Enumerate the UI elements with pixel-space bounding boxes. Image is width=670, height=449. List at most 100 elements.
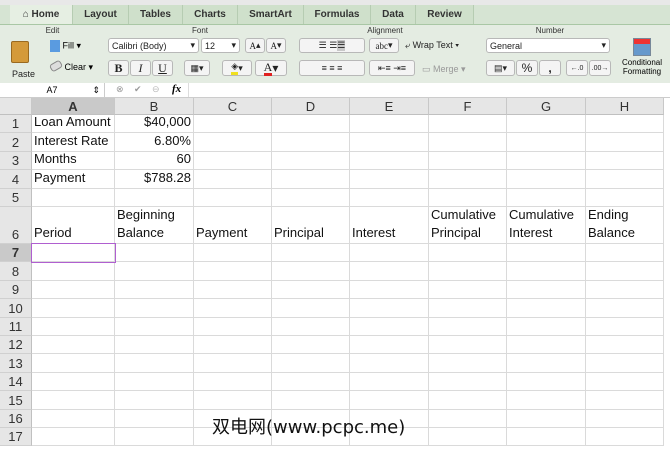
cell-h2[interactable] bbox=[586, 133, 664, 152]
horizontal-align-buttons[interactable]: ≡ ≡ ≡ bbox=[299, 60, 365, 76]
cell-g1[interactable] bbox=[507, 115, 586, 134]
row-header-2[interactable]: 2 bbox=[0, 133, 32, 152]
tab-tables[interactable]: Tables bbox=[129, 5, 183, 24]
font-size-select[interactable]: 12 ▾ bbox=[201, 38, 240, 53]
cell-h15[interactable] bbox=[586, 391, 664, 410]
cell-g2[interactable] bbox=[507, 133, 586, 152]
tab-home[interactable]: ⌂ Home bbox=[10, 5, 73, 24]
cell-h16[interactable] bbox=[586, 409, 664, 428]
vertical-align-buttons[interactable]: ☰ ☰ ☰ bbox=[299, 38, 365, 53]
cell-d4[interactable] bbox=[272, 170, 350, 189]
cell-g11[interactable] bbox=[507, 317, 586, 336]
cell-b8[interactable] bbox=[115, 262, 194, 281]
row-header-8[interactable]: 8 bbox=[0, 262, 32, 281]
cell-f5[interactable] bbox=[429, 188, 507, 207]
cell-b13[interactable] bbox=[115, 354, 194, 373]
cell-d3[interactable] bbox=[272, 151, 350, 171]
cell-b7[interactable] bbox=[115, 244, 194, 263]
column-header-d[interactable]: D bbox=[272, 98, 350, 115]
cell-g10[interactable] bbox=[507, 299, 586, 318]
cell-b2[interactable]: 6.80% bbox=[115, 133, 194, 152]
cell-e14[interactable] bbox=[350, 372, 429, 392]
cell-h11[interactable] bbox=[586, 317, 664, 336]
cell-h14[interactable] bbox=[586, 372, 664, 392]
cell-g15[interactable] bbox=[507, 391, 586, 410]
cell-c2[interactable] bbox=[194, 133, 272, 152]
tab-layout[interactable]: Layout bbox=[73, 5, 129, 24]
fill-button[interactable]: Fill ▾ bbox=[50, 40, 98, 56]
cell-g13[interactable] bbox=[507, 354, 586, 373]
cell-b9[interactable] bbox=[115, 280, 194, 300]
cell-b1[interactable]: $40,000 bbox=[115, 114, 194, 134]
row-header-16[interactable]: 16 bbox=[0, 409, 32, 428]
function-wizard-icon[interactable]: ⊖ bbox=[152, 84, 160, 95]
select-all-corner[interactable] bbox=[0, 98, 32, 115]
confirm-icon[interactable]: ✔ bbox=[134, 84, 142, 95]
cell-d13[interactable] bbox=[272, 354, 350, 373]
cell-f12[interactable] bbox=[429, 336, 507, 355]
cell-c13[interactable] bbox=[194, 354, 272, 373]
cell-h4[interactable] bbox=[586, 170, 664, 189]
cell-e2[interactable] bbox=[350, 133, 429, 152]
indent-buttons[interactable]: ⇤≡ ⇥≡ bbox=[369, 60, 415, 76]
cell-e12[interactable] bbox=[350, 336, 429, 355]
cell-f14[interactable] bbox=[429, 372, 507, 392]
cell-g12[interactable] bbox=[507, 336, 586, 355]
cell-f3[interactable] bbox=[429, 151, 507, 171]
font-name-select[interactable]: Calibri (Body) ▾ bbox=[108, 38, 199, 53]
tab-formulas[interactable]: Formulas bbox=[304, 5, 371, 24]
cancel-icon[interactable]: ⊗ bbox=[116, 84, 124, 95]
tab-smartart[interactable]: SmartArt bbox=[238, 5, 304, 24]
cell-e11[interactable] bbox=[350, 317, 429, 336]
cell-f16[interactable] bbox=[429, 409, 507, 428]
cell-e13[interactable] bbox=[350, 354, 429, 373]
borders-button[interactable]: ▦▾ bbox=[184, 60, 210, 76]
cell-e4[interactable] bbox=[350, 170, 429, 189]
cell-c1[interactable] bbox=[194, 115, 272, 134]
cell-h6[interactable]: Ending Balance bbox=[586, 207, 664, 244]
cell-c10[interactable] bbox=[194, 299, 272, 318]
cell-c6[interactable]: Payment bbox=[194, 207, 272, 244]
tab-review[interactable]: Review bbox=[416, 5, 474, 24]
conditional-formatting-button[interactable]: Conditional Formatting bbox=[617, 38, 667, 82]
cell-b4[interactable]: $788.28 bbox=[115, 170, 194, 189]
cell-c11[interactable] bbox=[194, 317, 272, 336]
tab-data[interactable]: Data bbox=[371, 5, 416, 24]
cell-c12[interactable] bbox=[194, 336, 272, 355]
cell-d2[interactable] bbox=[272, 133, 350, 152]
row-header-11[interactable]: 11 bbox=[0, 317, 32, 336]
row-header-15[interactable]: 15 bbox=[0, 391, 32, 410]
cell-e3[interactable] bbox=[350, 151, 429, 171]
cell-d5[interactable] bbox=[272, 188, 350, 207]
number-format-select[interactable]: General ▾ bbox=[486, 38, 610, 53]
cell-d11[interactable] bbox=[272, 317, 350, 336]
font-color-button[interactable]: A ▾ bbox=[255, 60, 287, 76]
cell-g3[interactable] bbox=[507, 151, 586, 171]
cell-b16[interactable] bbox=[115, 409, 194, 428]
cell-g16[interactable] bbox=[507, 409, 586, 428]
cell-f10[interactable] bbox=[429, 299, 507, 318]
cell-d9[interactable] bbox=[272, 280, 350, 300]
cell-a11[interactable] bbox=[32, 317, 115, 336]
cell-d14[interactable] bbox=[272, 372, 350, 392]
cell-f6[interactable]: Cumulative Principal bbox=[429, 207, 507, 244]
cell-g14[interactable] bbox=[507, 372, 586, 392]
cell-a3[interactable]: Months bbox=[32, 151, 115, 171]
row-header-3[interactable]: 3 bbox=[0, 151, 32, 171]
cell-c3[interactable] bbox=[194, 151, 272, 171]
cell-g4[interactable] bbox=[507, 170, 586, 189]
cell-a2[interactable]: Interest Rate bbox=[32, 133, 115, 152]
cell-b15[interactable] bbox=[115, 391, 194, 410]
cell-b3[interactable]: 60 bbox=[115, 151, 194, 171]
cell-a1[interactable]: Loan Amount bbox=[32, 114, 115, 134]
cell-c15[interactable] bbox=[194, 391, 272, 410]
row-header-9[interactable]: 9 bbox=[0, 280, 32, 300]
cell-h13[interactable] bbox=[586, 354, 664, 373]
name-box[interactable]: A7 ⇕ bbox=[0, 83, 105, 97]
cell-d10[interactable] bbox=[272, 299, 350, 318]
cell-a8[interactable] bbox=[32, 262, 115, 281]
cell-e8[interactable] bbox=[350, 262, 429, 281]
cell-b5[interactable] bbox=[115, 188, 194, 207]
cell-h8[interactable] bbox=[586, 262, 664, 281]
cell-h10[interactable] bbox=[586, 299, 664, 318]
